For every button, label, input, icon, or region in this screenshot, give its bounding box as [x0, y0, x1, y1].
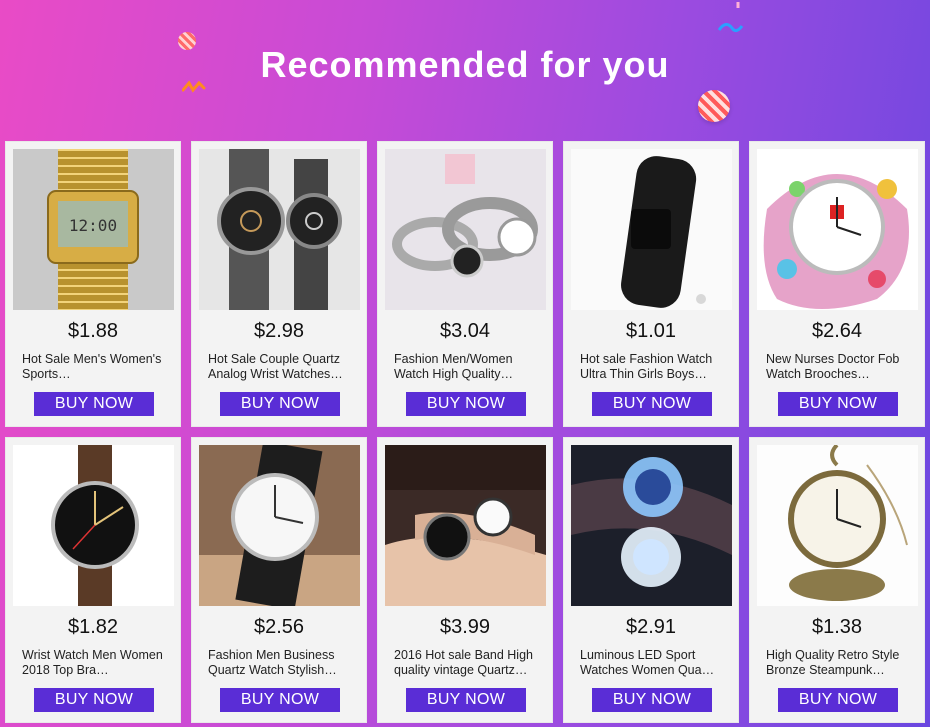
product-price: $1.38: [811, 616, 863, 638]
bronze-pocket-watch-image[interactable]: [757, 445, 918, 606]
product-price: $2.91: [625, 616, 677, 638]
product-name[interactable]: Hot Sale Couple Quartz Analog Wrist Watc…: [208, 352, 356, 382]
buy-now-button[interactable]: BUY NOW: [220, 392, 340, 416]
buy-now-button[interactable]: BUY NOW: [220, 688, 340, 712]
product-card[interactable]: 12:00 $1.88 Hot Sale Men's Women's Sport…: [5, 141, 181, 427]
buy-now-button[interactable]: BUY NOW: [592, 688, 712, 712]
product-price: $3.04: [439, 320, 491, 342]
buy-now-button[interactable]: BUY NOW: [34, 688, 154, 712]
product-name[interactable]: Fashion Men Business Quartz Watch Stylis…: [208, 648, 356, 678]
buy-now-button[interactable]: BUY NOW: [406, 392, 526, 416]
product-card[interactable]: $2.56 Fashion Men Business Quartz Watch …: [191, 437, 367, 723]
product-price: $2.64: [811, 320, 863, 342]
product-name[interactable]: Wrist Watch Men Women 2018 Top Bra…: [22, 648, 170, 678]
product-name[interactable]: Hot sale Fashion Watch Ultra Thin Girls …: [580, 352, 728, 382]
product-price: $3.99: [439, 616, 491, 638]
product-name[interactable]: New Nurses Doctor Fob Watch Brooches…: [766, 352, 914, 382]
product-name[interactable]: High Quality Retro Style Bronze Steampun…: [766, 648, 914, 678]
brown-leather-watch-image[interactable]: [13, 445, 174, 606]
product-price: $1.88: [67, 320, 119, 342]
nurse-fob-watch-image[interactable]: [757, 149, 918, 310]
product-name[interactable]: Fashion Men/Women Watch High Quality…: [394, 352, 542, 382]
product-name[interactable]: Hot Sale Men's Women's Sports…: [22, 352, 170, 382]
couple-wrist-photo-image[interactable]: [385, 445, 546, 606]
black-led-watch-image[interactable]: [571, 149, 732, 310]
product-name[interactable]: 2016 Hot sale Band High quality vintage …: [394, 648, 542, 678]
confetti-ribbon-icon: [716, 0, 744, 38]
product-card[interactable]: $1.82 Wrist Watch Men Women 2018 Top Bra…: [5, 437, 181, 723]
product-card[interactable]: $2.98 Hot Sale Couple Quartz Analog Wris…: [191, 141, 367, 427]
couple-steel-watches-image[interactable]: [199, 149, 360, 310]
white-dial-business-watch-image[interactable]: [199, 445, 360, 606]
product-card[interactable]: $3.99 2016 Hot sale Band High quality vi…: [377, 437, 553, 723]
buy-now-button[interactable]: BUY NOW: [592, 392, 712, 416]
buy-now-button[interactable]: BUY NOW: [34, 392, 154, 416]
product-card[interactable]: $2.91 Luminous LED Sport Watches Women Q…: [563, 437, 739, 723]
buy-now-button[interactable]: BUY NOW: [778, 392, 898, 416]
product-price: $1.01: [625, 320, 677, 342]
product-price: $2.56: [253, 616, 305, 638]
product-name[interactable]: Luminous LED Sport Watches Women Qua…: [580, 648, 728, 678]
product-grid: 12:00 $1.88 Hot Sale Men's Women's Sport…: [5, 141, 925, 723]
gold-digital-watch-image[interactable]: 12:00: [13, 149, 174, 310]
buy-now-button[interactable]: BUY NOW: [406, 688, 526, 712]
decorative-ball-icon: [698, 90, 730, 122]
elastic-band-watches-image[interactable]: [385, 149, 546, 310]
product-card[interactable]: $1.38 High Quality Retro Style Bronze St…: [749, 437, 925, 723]
product-card[interactable]: $2.64 New Nurses Doctor Fob Watch Brooch…: [749, 141, 925, 427]
product-card[interactable]: $1.01 Hot sale Fashion Watch Ultra Thin …: [563, 141, 739, 427]
page-title: Recommended for you: [260, 44, 670, 85]
svg-text:12:00: 12:00: [69, 216, 117, 235]
product-price: $2.98: [253, 320, 305, 342]
buy-now-button[interactable]: BUY NOW: [778, 688, 898, 712]
luminous-led-watches-image[interactable]: [571, 445, 732, 606]
product-price: $1.82: [67, 616, 119, 638]
product-card[interactable]: $3.04 Fashion Men/Women Watch High Quali…: [377, 141, 553, 427]
